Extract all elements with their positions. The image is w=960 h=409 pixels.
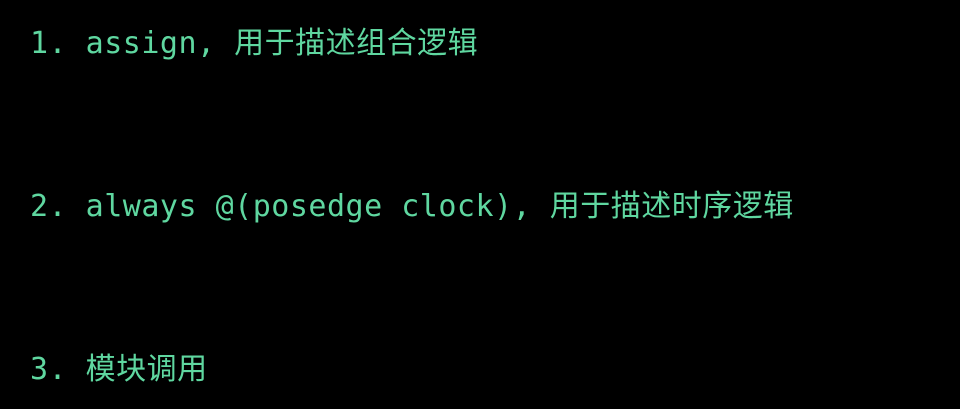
list-item-always: 2. always @(posedge clock), 用于描述时序逻辑 [30,189,794,224]
list-item-assign: 1. assign, 用于描述组合逻辑 [30,26,479,61]
document-page: 1. assign, 用于描述组合逻辑 2. always @(posedge … [0,0,960,409]
list-item-module-call: 3. 模块调用 [30,352,208,387]
